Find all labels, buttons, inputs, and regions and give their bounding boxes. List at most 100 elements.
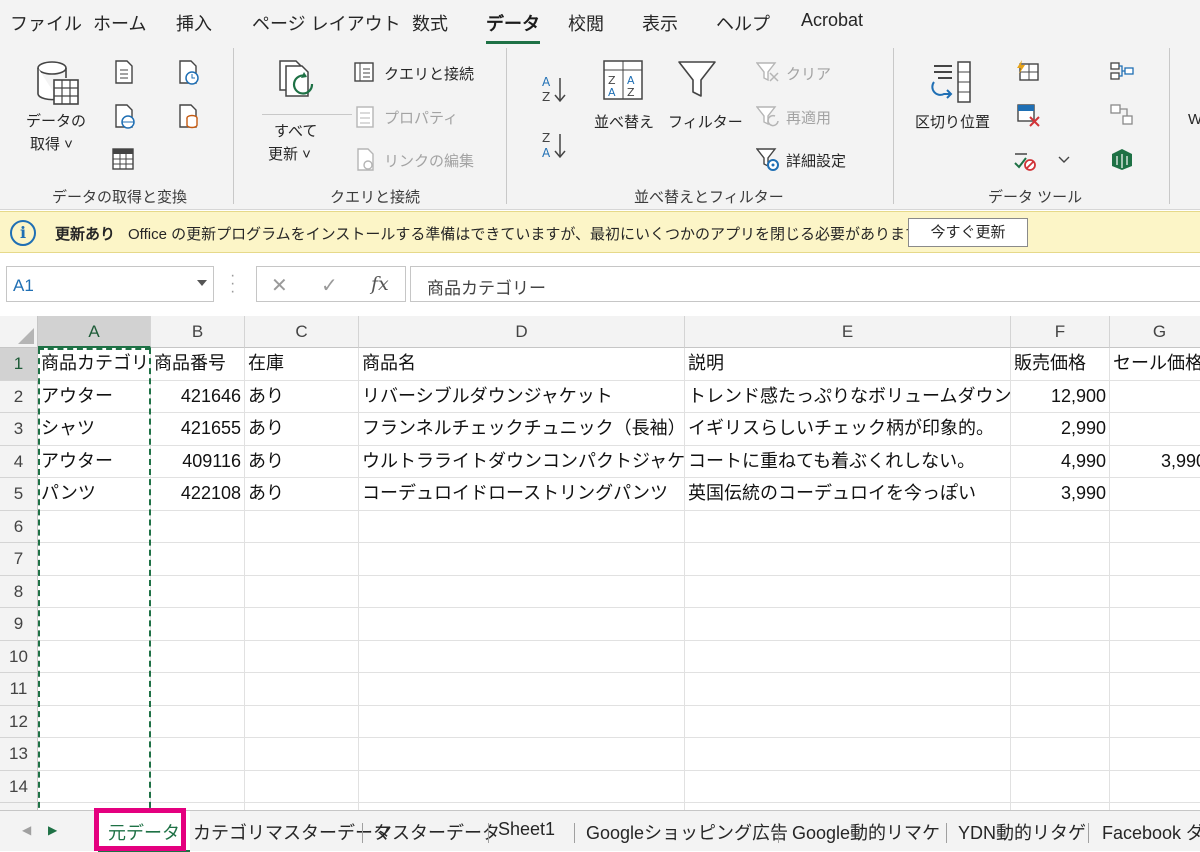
dropdown-arrow-icon[interactable] [197,280,207,286]
column-header-c[interactable]: C [245,316,359,348]
row-header-11[interactable]: 11 [0,673,38,706]
cell-e15[interactable] [685,803,1011,810]
existing-connections-icon[interactable] [178,104,200,130]
cell-b9[interactable] [151,608,245,641]
row-header-12[interactable]: 12 [0,705,38,738]
recent-sources-icon[interactable] [178,60,200,86]
column-header-a[interactable]: A [38,316,151,348]
worksheet-grid[interactable]: ABCDEFG 1商品カテゴリー商品番号在庫商品名説明販売価格セール価格 2アウター… [0,316,1200,810]
cell-g15[interactable] [1110,803,1200,810]
cell-b11[interactable] [151,673,245,706]
chevron-down-icon[interactable] [1058,156,1070,164]
cell-f13[interactable] [1011,738,1110,771]
sheet-tab-ydn-dynamic-retargeting[interactable]: YDN動的リタゲ [958,819,1086,845]
update-now-button[interactable]: 今すぐ更新 [908,218,1028,247]
more-options-icon[interactable]: · · · [230,268,235,300]
data-validation-icon[interactable] [1013,148,1037,172]
cell-d3[interactable]: フランネルチェックチュニック（長袖） [359,413,685,446]
consolidate-icon[interactable] [1110,62,1134,80]
cell-g9[interactable] [1110,608,1200,641]
relationships-icon[interactable] [1110,104,1134,126]
cell-f2[interactable]: 12,900 [1011,380,1110,413]
cell-d10[interactable] [359,640,685,673]
cell-b4[interactable]: 409116 [151,445,245,478]
cell-f8[interactable] [1011,575,1110,608]
row-header-8[interactable]: 8 [0,575,38,608]
cell-c13[interactable] [245,738,359,771]
cell-f15[interactable] [1011,803,1110,810]
cell-b7[interactable] [151,543,245,576]
cell-f10[interactable] [1011,640,1110,673]
tab-file[interactable]: ファイル [10,10,82,36]
cell-a13[interactable] [38,738,151,771]
cell-g11[interactable] [1110,673,1200,706]
cell-a8[interactable] [38,575,151,608]
cell-a12[interactable] [38,705,151,738]
cell-c7[interactable] [245,543,359,576]
cell-d7[interactable] [359,543,685,576]
cell-e6[interactable] [685,510,1011,543]
column-header-b[interactable]: B [151,316,245,348]
cell-f5[interactable]: 3,990 [1011,478,1110,511]
cell-b8[interactable] [151,575,245,608]
cell-d8[interactable] [359,575,685,608]
cell-a3[interactable]: シャツ [38,413,151,446]
cell-c8[interactable] [245,575,359,608]
cell-d13[interactable] [359,738,685,771]
cell-a11[interactable] [38,673,151,706]
row-header-5[interactable]: 5 [0,478,38,511]
cell-a1[interactable]: 商品カテゴリー [38,348,151,381]
cell-b2[interactable]: 421646 [151,380,245,413]
cell-g5[interactable] [1110,478,1200,511]
cell-e10[interactable] [685,640,1011,673]
cell-e3[interactable]: イギリスらしいチェック柄が印象的。 [685,413,1011,446]
scroll-right-icon[interactable]: ▶ [48,823,57,837]
row-header-2[interactable]: 2 [0,380,38,413]
cell-b12[interactable] [151,705,245,738]
cell-c15[interactable] [245,803,359,810]
edit-links-button[interactable]: リンクの編集 [384,150,474,171]
cell-d4[interactable]: ウルトラライトダウンコンパクトジャケット [359,445,685,478]
tab-formulas[interactable]: 数式 [412,10,448,36]
cell-c3[interactable]: あり [245,413,359,446]
tab-help[interactable]: ヘルプ [716,10,770,36]
cell-b10[interactable] [151,640,245,673]
tab-home[interactable]: ホーム [93,10,146,36]
cell-a9[interactable] [38,608,151,641]
cell-c5[interactable]: あり [245,478,359,511]
cell-f4[interactable]: 4,990 [1011,445,1110,478]
sort-descending-icon[interactable]: Z A [540,130,568,160]
row-header-14[interactable]: 14 [0,770,38,803]
cell-e12[interactable] [685,705,1011,738]
cell-e5[interactable]: 英国伝統のコーデュロイを今っぽい [685,478,1011,511]
cell-g2[interactable] [1110,381,1200,413]
from-text-icon[interactable] [114,60,134,84]
cell-a6[interactable] [38,510,151,543]
column-header-f[interactable]: F [1011,316,1110,348]
clear-button[interactable]: クリア [786,63,831,84]
sheet-tab-source-data[interactable]: 元データ [98,811,190,852]
data-model-icon[interactable] [1110,148,1134,170]
cell-d5[interactable]: コーデュロイドローストリングパンツ [359,478,685,511]
sheet-tab-sheet1[interactable]: Sheet1 [498,819,555,840]
cell-e4[interactable]: コートに重ねても着ぶくれしない。 [685,445,1011,478]
cell-e7[interactable] [685,543,1011,576]
row-header-15[interactable]: 15 [0,803,38,810]
cell-b14[interactable] [151,770,245,803]
from-table-icon[interactable] [112,148,134,170]
cell-a15[interactable] [38,803,151,810]
cell-f7[interactable] [1011,543,1110,576]
cell-g14[interactable] [1110,771,1200,803]
tab-acrobat[interactable]: Acrobat [801,10,863,31]
name-box[interactable]: A1 [6,266,214,302]
select-all-button[interactable] [0,316,38,348]
cell-f14[interactable] [1011,770,1110,803]
column-header-d[interactable]: D [359,316,685,348]
sort-ascending-icon[interactable]: A Z [540,74,568,104]
row-header-7[interactable]: 7 [0,543,38,576]
queries-connections-button[interactable]: クエリと接続 [384,63,474,84]
forecast-button-label[interactable]: W [1188,111,1200,128]
cell-c10[interactable] [245,640,359,673]
cell-c12[interactable] [245,705,359,738]
tab-data[interactable]: データ [486,10,540,44]
